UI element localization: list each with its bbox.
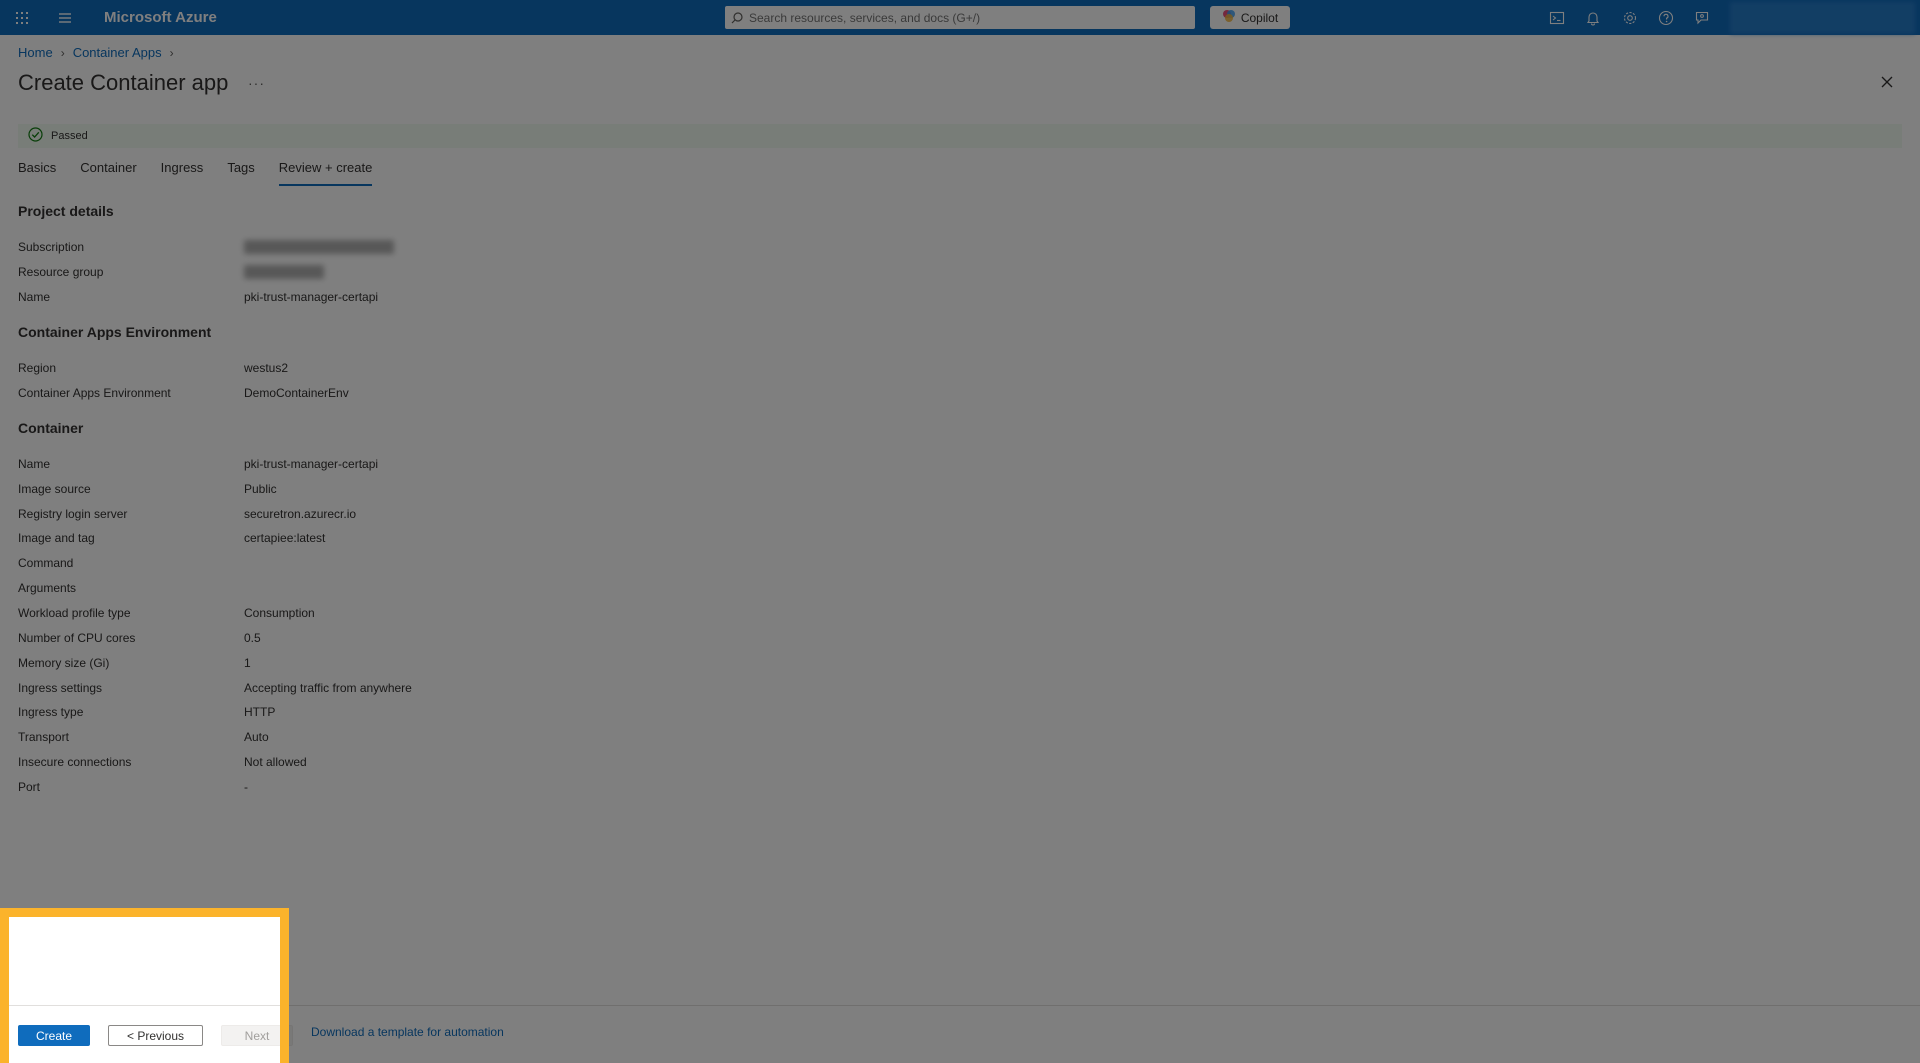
row-value: 1 xyxy=(244,656,251,670)
row-label: Workload profile type xyxy=(18,606,131,620)
waffle-icon[interactable] xyxy=(12,8,32,28)
help-icon[interactable] xyxy=(1656,8,1676,28)
row-workload-profile: Workload profile type Consumption xyxy=(18,606,315,624)
row-value: certapiee:latest xyxy=(244,531,326,545)
row-label: Command xyxy=(18,556,74,570)
account-avatar-blurred[interactable] xyxy=(1730,2,1915,34)
row-memory-size: Memory size (Gi) 1 xyxy=(18,656,251,674)
row-value: 0.5 xyxy=(244,631,261,645)
row-transport: Transport Auto xyxy=(18,730,269,748)
gear-icon[interactable] xyxy=(1620,8,1640,28)
feedback-icon[interactable] xyxy=(1692,8,1712,28)
row-ingress-type: Ingress type HTTP xyxy=(18,705,275,723)
row-value: Public xyxy=(244,482,277,496)
row-resource-group: Resource group xyxy=(18,265,324,283)
row-arguments: Arguments xyxy=(18,581,244,599)
row-container-name: Name pki-trust-manager-certapi xyxy=(18,457,378,475)
search-icon xyxy=(725,6,749,29)
row-cpu-cores: Number of CPU cores 0.5 xyxy=(18,631,261,649)
row-value: securetron.azurecr.io xyxy=(244,507,357,521)
previous-button[interactable]: < Previous xyxy=(108,1025,203,1046)
subscription-value-redacted xyxy=(244,240,394,258)
resource-group-value-redacted xyxy=(244,265,324,283)
row-label: Resource group xyxy=(18,265,104,279)
row-label: Ingress settings xyxy=(18,681,103,695)
row-label: Insecure connections xyxy=(18,755,132,769)
tab-basics[interactable]: Basics xyxy=(18,158,56,186)
row-value: - xyxy=(244,780,248,794)
row-name: Name pki-trust-manager-certapi xyxy=(18,290,378,308)
row-label: Memory size (Gi) xyxy=(18,656,110,670)
row-label: Region xyxy=(18,361,57,375)
row-value: Auto xyxy=(244,730,269,744)
row-label: Ingress type xyxy=(18,705,84,719)
row-image-and-tag: Image and tag certapiee:latest xyxy=(18,531,325,549)
breadcrumb: Home › Container Apps › xyxy=(18,45,174,60)
copilot-button[interactable]: Copilot xyxy=(1210,6,1290,29)
row-subscription: Subscription xyxy=(18,240,394,258)
row-label: Registry login server xyxy=(18,507,128,521)
section-environment: Container Apps Environment xyxy=(18,324,212,340)
row-ingress-settings: Ingress settings Accepting traffic from … xyxy=(18,681,412,699)
brand-title[interactable]: Microsoft Azure xyxy=(104,9,217,26)
close-icon[interactable] xyxy=(1877,72,1897,92)
tab-container[interactable]: Container xyxy=(80,158,136,186)
cloud-shell-icon[interactable] xyxy=(1547,8,1567,28)
more-options-icon[interactable]: ··· xyxy=(248,75,265,91)
validation-status: Passed xyxy=(51,130,88,142)
row-value: DemoContainerEnv xyxy=(244,386,349,400)
validation-banner: Passed xyxy=(18,124,1902,148)
row-label: Image and tag xyxy=(18,531,95,545)
chevron-right-icon: › xyxy=(60,45,65,60)
row-label: Image source xyxy=(18,482,91,496)
row-value: HTTP xyxy=(244,705,276,719)
tab-ingress[interactable]: Ingress xyxy=(161,158,204,186)
global-search[interactable] xyxy=(725,6,1195,29)
row-label: Container Apps Environment xyxy=(18,386,171,400)
row-command: Command xyxy=(18,556,244,574)
search-input[interactable] xyxy=(749,10,1195,25)
next-button[interactable]: Next xyxy=(221,1025,293,1046)
download-template-link[interactable]: Download a template for automation xyxy=(311,1025,504,1039)
row-label: Arguments xyxy=(18,581,77,595)
copilot-icon xyxy=(1222,9,1236,26)
page-title: Create Container app xyxy=(18,70,229,95)
row-label: Name xyxy=(18,290,51,304)
wizard-tabs: Basics Container Ingress Tags Review + c… xyxy=(18,158,396,186)
breadcrumb-home[interactable]: Home xyxy=(18,45,53,60)
breadcrumb-container-apps[interactable]: Container Apps xyxy=(73,45,162,60)
section-container: Container xyxy=(18,420,84,436)
row-image-source: Image source Public xyxy=(18,482,277,500)
row-label: Subscription xyxy=(18,240,85,254)
chevron-right-icon: › xyxy=(169,45,174,60)
check-circle-icon xyxy=(28,127,43,145)
copilot-label: Copilot xyxy=(1240,10,1279,25)
row-value: pki-trust-manager-certapi xyxy=(244,290,379,304)
row-value: Not allowed xyxy=(244,755,307,769)
bell-icon[interactable] xyxy=(1583,8,1603,28)
row-value: pki-trust-manager-certapi xyxy=(244,457,379,471)
row-insecure-connections: Insecure connections Not allowed xyxy=(18,755,307,773)
row-environment: Container Apps Environment DemoContainer… xyxy=(18,386,349,404)
create-button[interactable]: Create xyxy=(18,1025,90,1046)
top-bar: Microsoft Azure Copilot xyxy=(0,0,1920,35)
row-value: westus2 xyxy=(244,361,289,375)
row-label: Port xyxy=(18,780,41,794)
row-value: Accepting traffic from anywhere xyxy=(244,681,412,695)
hamburger-icon[interactable] xyxy=(55,8,75,28)
row-label: Number of CPU cores xyxy=(18,631,136,645)
row-value: Consumption xyxy=(244,606,315,620)
section-project-details: Project details xyxy=(18,203,114,219)
row-label: Transport xyxy=(18,730,69,744)
tab-review-create[interactable]: Review + create xyxy=(278,158,373,186)
tab-tags[interactable]: Tags xyxy=(227,158,254,186)
row-label: Name xyxy=(18,457,51,471)
row-port: Port - xyxy=(18,780,248,798)
row-region: Region westus2 xyxy=(18,361,288,379)
row-registry-login-server: Registry login server securetron.azurecr… xyxy=(18,507,356,525)
